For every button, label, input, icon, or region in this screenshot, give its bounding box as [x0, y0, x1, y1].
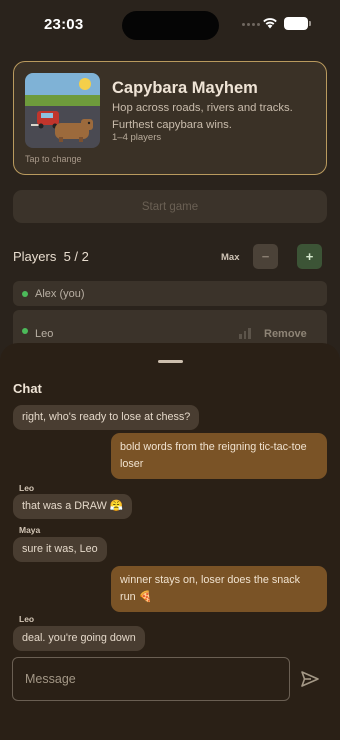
- status-time: 23:03: [44, 16, 84, 33]
- online-status-dot: [22, 290, 28, 297]
- signal-icon: [242, 23, 260, 26]
- player-name: Leo: [35, 328, 54, 340]
- game-selector-card[interactable]: Tap to change Capybara Mayhem Hop across…: [13, 61, 327, 175]
- remove-player-button[interactable]: Remove: [264, 328, 307, 340]
- message-sender: Leo: [19, 614, 35, 624]
- game-description: Hop across roads, rivers and tracks. Fur…: [112, 102, 293, 131]
- increase-max-button[interactable]: +: [297, 244, 322, 269]
- tap-to-change-hint: Tap to change: [25, 154, 82, 164]
- online-status-dot: [22, 328, 28, 334]
- max-players-label: Max: [221, 252, 240, 263]
- chat-message: sure it was, Leo: [13, 537, 107, 562]
- chat-message: deal. you're going down: [13, 626, 145, 651]
- status-bar: 23:03: [0, 0, 340, 50]
- chat-message-own: bold words from the reigning tic-tac-toe…: [111, 433, 327, 479]
- connection-strength-icon: [239, 327, 251, 339]
- message-input[interactable]: [12, 657, 290, 701]
- chat-message-own: winner stays on, loser does the snack ru…: [111, 566, 327, 612]
- wifi-icon: [263, 18, 277, 29]
- game-title: Capybara Mayhem: [112, 79, 258, 97]
- send-icon[interactable]: [300, 669, 320, 689]
- dynamic-island: [122, 11, 219, 40]
- player-name: Alex (you): [35, 287, 85, 300]
- player-row: Alex (you): [13, 281, 327, 306]
- players-heading: Players 5 / 2: [13, 249, 89, 264]
- start-game-button[interactable]: Start game: [13, 190, 327, 223]
- chat-sheet: Chat right, who's ready to lose at chess…: [0, 343, 340, 740]
- chat-title: Chat: [13, 381, 42, 396]
- game-thumbnail: [25, 73, 100, 148]
- message-sender: Maya: [19, 525, 41, 535]
- chat-message: right, who's ready to lose at chess?: [13, 405, 200, 430]
- message-sender: Leo: [19, 483, 35, 493]
- game-player-count: 1–4 players: [112, 132, 162, 143]
- sheet-drag-handle[interactable]: [158, 360, 183, 363]
- decrease-max-button[interactable]: −: [253, 244, 278, 269]
- chat-message: that was a DRAW 😤: [13, 494, 133, 519]
- battery-icon: [284, 17, 311, 30]
